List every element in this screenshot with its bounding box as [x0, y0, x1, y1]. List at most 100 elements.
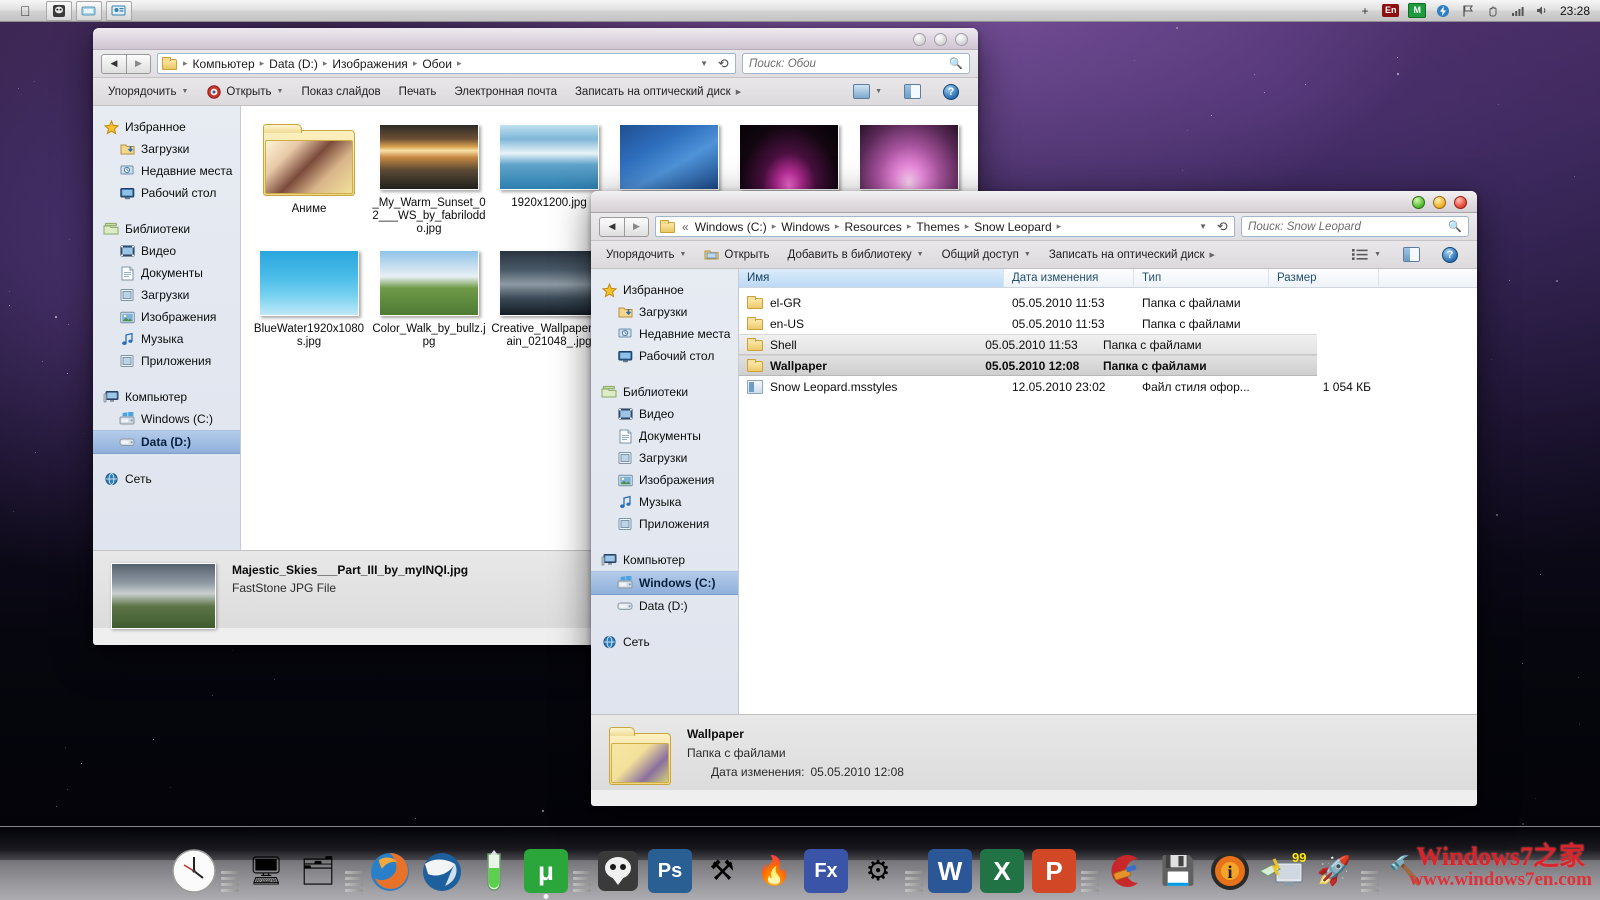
- window2-navbar[interactable]: ◀ ▶ « Windows (C:) ▸ Windows ▸ Resources…: [591, 213, 1477, 241]
- hand-icon[interactable]: [1485, 4, 1501, 18]
- add-icon[interactable]: +: [1357, 4, 1373, 18]
- dock-thunderbird[interactable]: [417, 846, 467, 896]
- mac-menubar[interactable]:  + En M 23:28: [0, 0, 1600, 22]
- sidebar-item-10[interactable]: Музыка: [591, 491, 738, 513]
- forward-button[interactable]: ▶: [126, 54, 151, 74]
- table-row[interactable]: en-US 05.05.2010 11:53 Папка с файлами: [739, 313, 1477, 334]
- refresh-icon[interactable]: ⟳: [1217, 219, 1228, 235]
- dock-paint-tools[interactable]: ⚒: [697, 846, 747, 896]
- help-button[interactable]: ?: [934, 81, 968, 103]
- sidebar-item-9[interactable]: Изображения: [93, 306, 240, 328]
- table-row[interactable]: el-GR 05.05.2010 11:53 Папка с файлами: [739, 292, 1477, 313]
- sidebar-item-14[interactable]: Windows (C:): [93, 408, 240, 430]
- table-row[interactable]: Shell 05.05.2010 11:53 Папка с файлами: [739, 334, 1317, 355]
- window1-minimize-button[interactable]: [913, 33, 926, 46]
- sidebar-item-7[interactable]: Документы: [591, 425, 738, 447]
- table-row[interactable]: Wallpaper 05.05.2010 12:08 Папка с файла…: [739, 355, 1317, 376]
- dock-firefox[interactable]: [365, 846, 415, 896]
- nav-group-0[interactable]: Избранное: [591, 279, 738, 301]
- file-item[interactable]: BlueWater1920x1080s.jpg: [249, 246, 369, 374]
- nav-group-0[interactable]: Избранное: [93, 116, 240, 138]
- sidebar-item-8[interactable]: Загрузки: [93, 284, 240, 306]
- command-add-to-library[interactable]: Добавить в библиотеку ▼: [779, 246, 933, 264]
- command-burn[interactable]: Записать на оптический диск ▶: [1040, 246, 1224, 264]
- window1-close-button[interactable]: [955, 33, 968, 46]
- app-tile-contacts-icon[interactable]: [106, 1, 132, 21]
- command-open[interactable]: Открыть ▼: [197, 81, 292, 102]
- command-open[interactable]: Открыть: [695, 244, 778, 265]
- search-icon[interactable]: 🔍: [1448, 220, 1462, 233]
- sidebar-item-10[interactable]: Музыка: [93, 328, 240, 350]
- chevron-down-icon[interactable]: ▼: [1199, 222, 1207, 231]
- breadcrumb-item-0[interactable]: Компьютер: [191, 56, 257, 72]
- nav-group-17[interactable]: Сеть: [93, 468, 240, 490]
- sidebar-item-14[interactable]: Windows (C:): [591, 571, 738, 595]
- preview-pane-button[interactable]: [895, 81, 930, 102]
- refresh-icon[interactable]: ⟳: [718, 56, 729, 72]
- dock-qip[interactable]: [469, 846, 519, 896]
- sidebar-item-1[interactable]: Загрузки: [591, 301, 738, 323]
- app-tile-folder-icon[interactable]: [76, 1, 102, 21]
- preview-pane-button[interactable]: [1394, 244, 1429, 265]
- dock-darkwyrm[interactable]: [593, 846, 643, 896]
- dock-excel[interactable]: X: [977, 846, 1027, 896]
- dock-utorrent[interactable]: μ: [521, 846, 571, 896]
- forward-button[interactable]: ▶: [624, 217, 649, 237]
- window1-nav-arrows[interactable]: ◀ ▶: [101, 54, 151, 74]
- dock-word[interactable]: W: [925, 846, 975, 896]
- window2-minimize-button[interactable]: [1412, 196, 1425, 209]
- file-item[interactable]: Аниме: [249, 120, 369, 246]
- breadcrumb-item-3[interactable]: Themes: [914, 219, 961, 235]
- dock-info[interactable]: i: [1205, 846, 1255, 896]
- command-organize[interactable]: Упорядочить ▼: [597, 246, 695, 264]
- dock-nero-burn[interactable]: 🔥: [749, 846, 799, 896]
- breadcrumb-item-2[interactable]: Изображения: [330, 56, 409, 72]
- dock-fx[interactable]: Fx: [801, 846, 851, 896]
- sidebar-item-15[interactable]: Data (D:): [93, 430, 240, 454]
- window2-close-button[interactable]: [1454, 196, 1467, 209]
- explorer-window-snow-leopard[interactable]: ◀ ▶ « Windows (C:) ▸ Windows ▸ Resources…: [591, 191, 1477, 806]
- window2-nav-arrows[interactable]: ◀ ▶: [599, 217, 649, 237]
- breadcrumb-item-3[interactable]: Обои: [420, 56, 454, 72]
- window1-address-bar[interactable]: ▸ Компьютер ▸ Data (D:) ▸ Изображения ▸ …: [157, 53, 736, 74]
- column-header-2[interactable]: Тип: [1134, 269, 1269, 287]
- sidebar-item-11[interactable]: Приложения: [591, 513, 738, 535]
- back-button[interactable]: ◀: [599, 217, 624, 237]
- flag-icon[interactable]: [1460, 4, 1476, 18]
- menubar-clock[interactable]: 23:28: [1560, 4, 1590, 18]
- sidebar-item-7[interactable]: Документы: [93, 262, 240, 284]
- sidebar-item-3[interactable]: Рабочий стол: [93, 182, 240, 204]
- sidebar-item-9[interactable]: Изображения: [591, 469, 738, 491]
- command-organize[interactable]: Упорядочить ▼: [99, 83, 197, 101]
- file-rows[interactable]: el-GR 05.05.2010 11:53 Папка с файлами e…: [739, 288, 1477, 397]
- search-icon[interactable]: 🔍: [949, 57, 963, 70]
- nav-group-17[interactable]: Сеть: [591, 631, 738, 653]
- signal-icon[interactable]: [1510, 4, 1526, 18]
- window1-search-input[interactable]: Поиск: Обои 🔍: [742, 53, 970, 74]
- help-button[interactable]: ?: [1433, 244, 1467, 266]
- sidebar-item-15[interactable]: Data (D:): [591, 595, 738, 617]
- sidebar-item-3[interactable]: Рабочий стол: [591, 345, 738, 367]
- breadcrumb-item-2[interactable]: Resources: [842, 219, 903, 235]
- nav-group-5[interactable]: Библиотеки: [591, 381, 738, 403]
- nav-group-13[interactable]: Компьютер: [591, 549, 738, 571]
- command-burn[interactable]: Записать на оптический диск ▶: [566, 83, 750, 101]
- window2-file-list[interactable]: Имя Дата изменения Тип Размер el-GR 05.0…: [739, 269, 1477, 714]
- window1-titlebar[interactable]: [93, 28, 978, 50]
- command-slideshow[interactable]: Показ слайдов: [292, 83, 389, 101]
- volume-icon[interactable]: [1535, 4, 1551, 18]
- flash-icon[interactable]: [1435, 4, 1451, 18]
- view-mode-button[interactable]: ▼: [1343, 245, 1390, 264]
- dock-ccleaner[interactable]: [1101, 846, 1151, 896]
- column-header-3[interactable]: Размер: [1269, 269, 1379, 287]
- mail-agent-icon[interactable]: M: [1408, 3, 1426, 18]
- dock-powerpoint[interactable]: P: [1029, 846, 1079, 896]
- view-mode-button[interactable]: ▼: [844, 81, 891, 102]
- chevron-down-icon[interactable]: ▼: [700, 59, 708, 68]
- breadcrumb-item-0[interactable]: Windows (C:): [693, 219, 769, 235]
- window2-nav-pane[interactable]: Избранное Загрузки Недавние места Рабочи…: [591, 269, 739, 714]
- nav-group-13[interactable]: Компьютер: [93, 386, 240, 408]
- window1-maximize-button[interactable]: [934, 33, 947, 46]
- table-row[interactable]: Snow Leopard.msstyles 12.05.2010 23:02 Ф…: [739, 376, 1477, 397]
- dock-video-settings[interactable]: ⚙: [853, 846, 903, 896]
